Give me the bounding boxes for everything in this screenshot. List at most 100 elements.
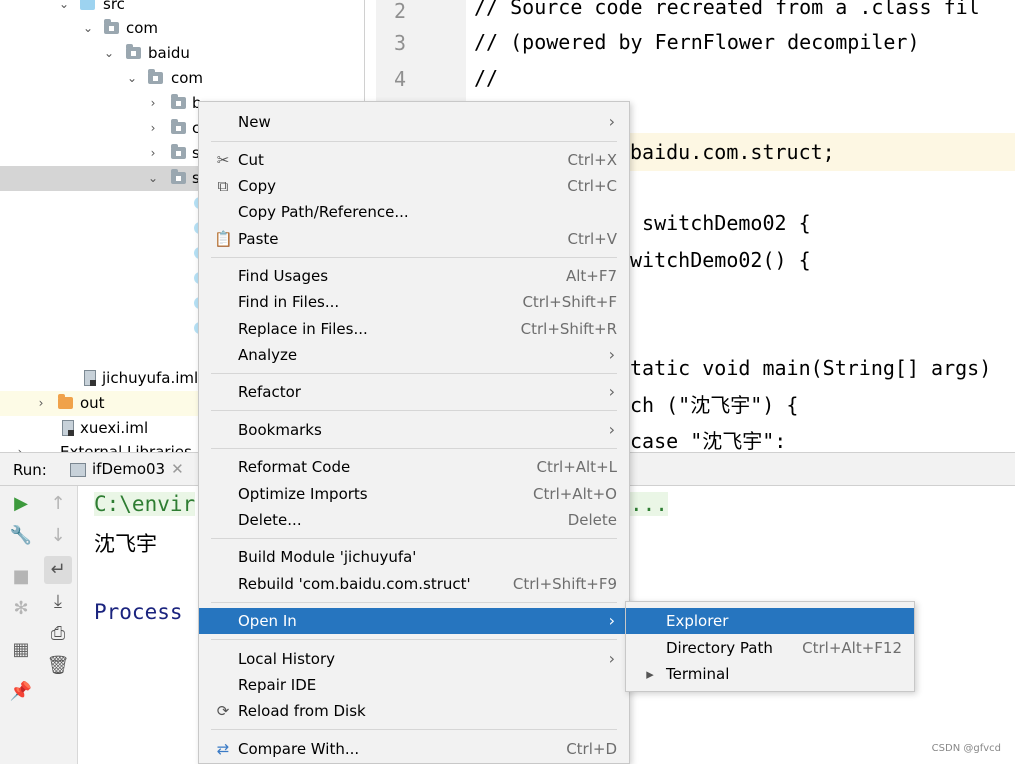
run-tab-label: ifDemo03 (92, 460, 166, 478)
wrench-icon[interactable]: 🔧 (7, 522, 35, 550)
terminal-icon: ▸ (646, 665, 654, 683)
console-output-line: 沈飞宇 (94, 532, 157, 556)
console-command: C:\envir (94, 492, 196, 516)
menu-item-compare-with[interactable]: ⇄ Compare With... Ctrl+D (199, 736, 629, 762)
debug-settings-icon[interactable]: ✻ (7, 595, 35, 623)
menu-item-find-usages[interactable]: Find Usages Alt+F7 (199, 263, 629, 289)
code-line: // (474, 66, 499, 90)
package-icon (171, 94, 186, 109)
run-tab[interactable]: ifDemo03 ✕ (66, 453, 184, 486)
compare-icon: ⇄ (216, 740, 230, 758)
chevron-right-icon[interactable]: › (33, 391, 49, 416)
arrow-down-icon[interactable]: ↓ (44, 522, 72, 550)
code-line: // (powered by FernFlower decompiler) (474, 30, 920, 54)
menu-item-paste[interactable]: 📋 Paste Ctrl+V (199, 226, 629, 252)
scissors-icon: ✂ (216, 151, 230, 169)
menu-separator (211, 373, 617, 374)
clipboard-icon: 📋 (214, 230, 233, 248)
menu-item-new[interactable]: New › (199, 109, 629, 135)
chevron-down-icon[interactable]: ⌄ (80, 16, 96, 41)
package-icon (104, 19, 119, 34)
module-file-icon (62, 420, 74, 436)
submenu-item-terminal[interactable]: ▸ Terminal (626, 661, 914, 687)
chevron-down-icon[interactable]: ⌄ (56, 0, 72, 17)
layout-icon[interactable]: ▦ (7, 636, 35, 664)
code-line: ch ("沈飞宇") { (630, 393, 799, 417)
menu-item-repair-ide[interactable]: Repair IDE (199, 672, 629, 698)
menu-item-copy[interactable]: ⧉ Copy Ctrl+C (199, 173, 629, 199)
menu-item-local-history[interactable]: Local History › (199, 646, 629, 672)
chevron-right-icon[interactable]: › (145, 141, 161, 166)
code-line: // Source code recreated from a .class f… (474, 0, 980, 19)
menu-item-bookmarks[interactable]: Bookmarks › (199, 417, 629, 443)
copy-icon: ⧉ (217, 177, 229, 195)
chevron-right-icon[interactable]: › (145, 116, 161, 141)
menu-item-rebuild[interactable]: Rebuild 'com.baidu.com.struct' Ctrl+Shift… (199, 571, 629, 597)
reload-icon: ⟳ (216, 702, 230, 720)
console-command-tail: ... (630, 492, 668, 516)
menu-item-delete[interactable]: Delete... Delete (199, 507, 629, 533)
menu-item-reformat-code[interactable]: Reformat Code Ctrl+Alt+L (199, 454, 629, 480)
console-process-line: Process (94, 600, 183, 624)
chevron-down-icon[interactable]: ⌄ (101, 41, 117, 66)
chevron-down-icon[interactable]: ⌄ (145, 166, 161, 191)
menu-item-open-in[interactable]: Open In › (199, 608, 629, 634)
print-icon[interactable]: ⎙ (44, 620, 72, 648)
open-in-submenu: Explorer Directory Path Ctrl+Alt+F12 ▸ Ter… (625, 601, 915, 692)
run-toolbar-left: ▶ 🔧 ■ ✻ ▦ 📌 (0, 486, 41, 764)
submenu-item-explorer[interactable]: Explorer (626, 608, 914, 634)
code-line: switchDemo02 { (630, 211, 811, 235)
soft-wrap-icon[interactable]: ↵ (44, 556, 72, 584)
tree-item-com-inner[interactable]: ⌄ com (0, 66, 364, 91)
chevron-right-icon: › (608, 112, 615, 131)
chevron-right-icon: › (608, 345, 615, 364)
menu-separator (211, 448, 617, 449)
code-line: case "沈飞宇": (630, 429, 787, 452)
menu-item-refactor[interactable]: Refactor › (199, 379, 629, 405)
chevron-right-icon[interactable]: › (145, 91, 161, 116)
submenu-item-directory-path[interactable]: Directory Path Ctrl+Alt+F12 (626, 635, 914, 661)
code-line: tatic void main(String[] args) (630, 356, 992, 380)
run-toolbar-right: ↑ ↓ ↵ ⤓ ⎙ 🗑 (40, 486, 78, 764)
menu-separator (211, 538, 617, 539)
menu-item-reload-from-disk[interactable]: ⟳ Reload from Disk (199, 698, 629, 724)
package-icon (171, 119, 186, 134)
package-icon (148, 69, 163, 84)
menu-item-cut[interactable]: ✂ Cut Ctrl+X (199, 147, 629, 173)
chevron-right-icon: › (608, 611, 615, 630)
tree-item-baidu[interactable]: ⌄ baidu (0, 41, 364, 66)
context-menu: New › ✂ Cut Ctrl+X ⧉ Copy Ctrl+C Copy Path/Re… (198, 101, 630, 764)
module-file-icon (84, 370, 96, 386)
rerun-icon[interactable]: ▶ (7, 490, 35, 518)
run-title: Run: (13, 461, 47, 479)
menu-separator (211, 141, 617, 142)
trash-icon[interactable]: 🗑 (44, 652, 72, 680)
menu-item-build-module[interactable]: Build Module 'jichuyufa' (199, 544, 629, 570)
menu-item-copy-path[interactable]: Copy Path/Reference... (199, 199, 629, 225)
line-number: 2 (393, 0, 406, 23)
scroll-to-end-icon[interactable]: ⤓ (44, 588, 72, 616)
watermark: CSDN @gfvcd (931, 743, 1001, 754)
chevron-down-icon[interactable]: ⌄ (124, 66, 140, 91)
menu-item-analyze[interactable]: Analyze › (199, 342, 629, 368)
package-icon (126, 44, 141, 59)
stop-icon[interactable]: ■ (7, 563, 35, 591)
package-icon (171, 169, 186, 184)
package-icon (171, 144, 186, 159)
menu-item-optimize-imports[interactable]: Optimize Imports Ctrl+Alt+O (199, 481, 629, 507)
menu-separator (211, 257, 617, 258)
pin-icon[interactable]: 📌 (7, 678, 35, 706)
tree-item-com[interactable]: ⌄ com (0, 16, 364, 41)
folder-icon (80, 0, 95, 10)
chevron-right-icon[interactable]: › (12, 440, 28, 452)
arrow-up-icon[interactable]: ↑ (44, 490, 72, 518)
menu-item-replace-in-files[interactable]: Replace in Files... Ctrl+Shift+R (199, 316, 629, 342)
tree-item-src[interactable]: ⌄ src (0, 0, 364, 17)
menu-item-find-in-files[interactable]: Find in Files... Ctrl+Shift+F (199, 289, 629, 315)
line-number: 3 (393, 31, 406, 55)
menu-separator (211, 410, 617, 411)
folder-icon (58, 394, 73, 409)
chevron-right-icon: › (608, 420, 615, 439)
close-icon[interactable]: ✕ (171, 460, 184, 478)
menu-separator (211, 729, 617, 730)
